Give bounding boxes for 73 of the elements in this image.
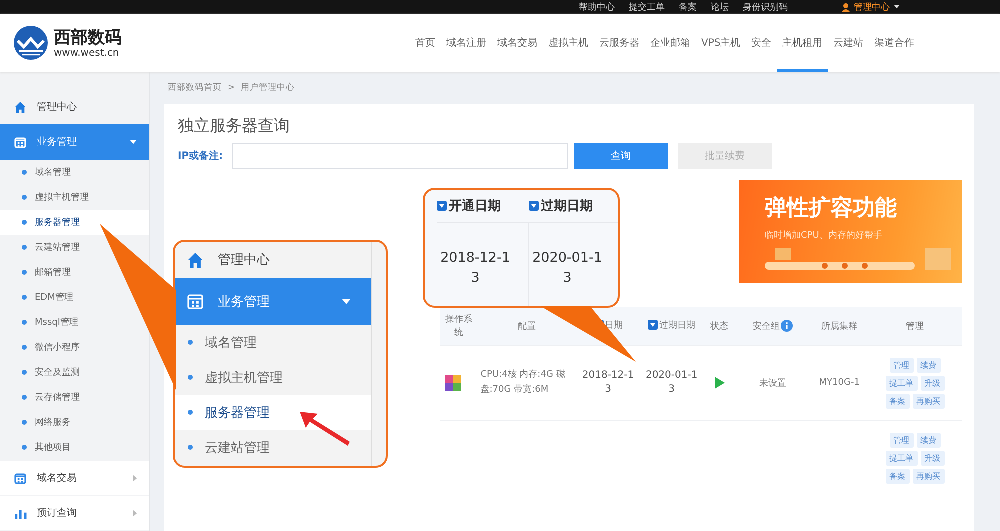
nav-link[interactable]: 云建站 — [828, 14, 870, 72]
nav-link[interactable]: 首页 — [410, 14, 441, 72]
action-button[interactable]: 备案 — [886, 394, 910, 408]
table-cell-text: 2020-01-13 — [644, 369, 699, 397]
user-menu[interactable]: 管理中心 — [854, 0, 890, 14]
column-header: 所属集群 — [822, 322, 858, 332]
column-header: 操作系统 — [445, 315, 472, 338]
breadcrumb-separator: > — [228, 83, 236, 93]
banner-subtitle: 临时增加CPU、内存的好帮手 — [765, 230, 884, 242]
menu-item[interactable]: 管理中心 — [0, 90, 149, 124]
brand-name: 西部数码 — [54, 28, 122, 48]
table-cell: 未设置 — [760, 378, 787, 388]
nav-link[interactable]: VPS主机 — [696, 14, 746, 72]
nav-link[interactable]: 云服务器 — [594, 14, 645, 72]
column-header: 配置 — [518, 322, 536, 332]
top-link[interactable]: 论坛 — [711, 0, 729, 14]
submenu-item[interactable]: 域名管理 — [0, 160, 149, 185]
table-cell: 2018-12-13 — [440, 250, 510, 286]
nav-link[interactable]: 域名交易 — [492, 14, 543, 72]
action-button[interactable]: 升级 — [920, 376, 945, 390]
top-link[interactable]: 提交工单 — [629, 0, 665, 14]
submenu-item[interactable]: 域名管理 — [175, 325, 371, 360]
action-button[interactable]: 续费 — [916, 358, 941, 372]
menu-item[interactable]: 管理中心 — [175, 242, 371, 278]
submenu-item[interactable]: 网络服务 — [0, 410, 149, 435]
submenu-item[interactable]: 云建站管理 — [175, 430, 371, 465]
search-button[interactable]: 查询 — [574, 143, 668, 169]
table-cell-text: 2018-12-13 — [581, 369, 636, 397]
nav-link[interactable]: 渠道合作 — [869, 14, 920, 72]
top-link[interactable]: 帮助中心 — [579, 0, 615, 14]
top-link[interactable]: 身份识别码 — [743, 0, 788, 14]
submenu-item[interactable]: 微信小程序 — [0, 335, 149, 360]
submenu-item[interactable]: 安全及监测 — [0, 360, 149, 385]
search-label: IP或备注: — [178, 149, 224, 163]
action-button[interactable]: 提工单 — [886, 376, 918, 390]
menu-item[interactable]: 预订查询 — [0, 496, 149, 530]
column-header: 状态 — [710, 322, 729, 332]
top-link[interactable]: 备案 — [679, 0, 697, 14]
action-button[interactable]: 备案 — [886, 468, 910, 484]
brand-domain: www.west.cn — [54, 48, 120, 58]
submenu-item[interactable]: 虚拟主机管理 — [0, 185, 149, 210]
action-button[interactable]: 再购买 — [912, 394, 945, 408]
table-cell: CPU:4核 内存:4G 磁盘:70G 带宽:6M — [480, 370, 566, 395]
nav-link[interactable]: 虚拟主机 — [543, 14, 594, 72]
action-button[interactable]: 管理 — [890, 358, 914, 372]
nav-link[interactable]: 企业邮箱 — [645, 14, 696, 72]
action-button[interactable]: 升级 — [920, 450, 945, 466]
submenu-item[interactable]: 服务器管理 — [0, 210, 149, 235]
submenu-item[interactable]: 虚拟主机管理 — [175, 360, 371, 395]
column-header: 安全组 — [753, 320, 780, 332]
action-button[interactable]: 提工单 — [886, 450, 918, 466]
breadcrumb-link[interactable]: 西部数码首页 — [168, 82, 222, 94]
table-cell: 2020-01-13 — [532, 250, 602, 286]
column-header: 管理 — [906, 322, 924, 332]
submenu-item[interactable]: 云存储管理 — [0, 385, 149, 410]
banner-title: 弹性扩容功能 — [765, 194, 898, 223]
action-button[interactable]: 续费 — [916, 432, 941, 448]
column-header[interactable]: 过期日期 — [541, 197, 593, 215]
menu-item[interactable]: 域名交易 — [0, 461, 149, 495]
action-button[interactable]: 再购买 — [912, 468, 945, 484]
nav-link[interactable]: 主机租用 — [777, 14, 828, 72]
action-button[interactable]: 管理 — [890, 432, 914, 448]
submenu-item[interactable]: 其他项目 — [0, 435, 149, 460]
column-header[interactable]: 开通日期 — [449, 197, 501, 215]
table-cell: MY10G-1 — [819, 378, 860, 388]
menu-item[interactable]: 业务管理 — [175, 278, 371, 325]
menu-item[interactable]: 业务管理 — [0, 124, 149, 160]
nav-link[interactable]: 安全 — [746, 14, 778, 72]
page-title: 独立服务器查询 — [178, 116, 291, 137]
submenu-item[interactable]: 服务器管理 — [175, 395, 371, 430]
nav-link[interactable]: 域名注册 — [441, 14, 492, 72]
breadcrumb-link[interactable]: 用户管理中心 — [241, 82, 296, 94]
submenu-item[interactable]: 云建站管理 — [0, 235, 149, 260]
